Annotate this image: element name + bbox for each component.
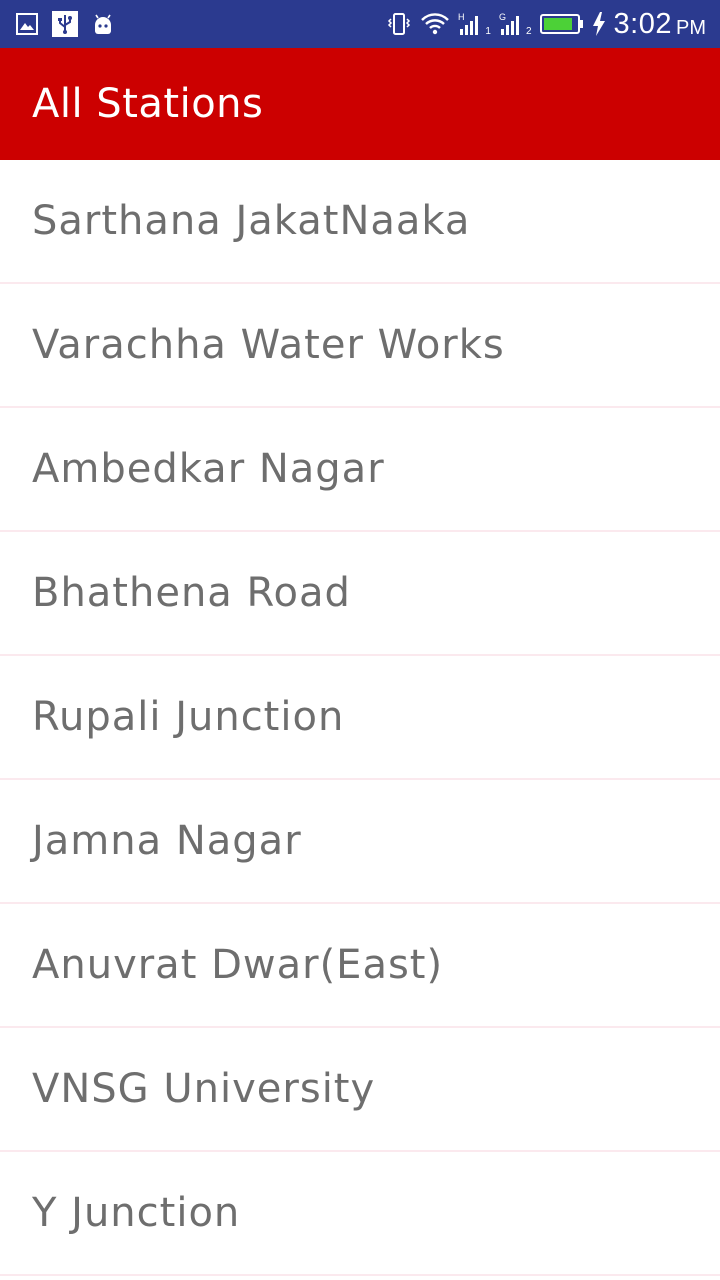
station-list[interactable]: Sarthana JakatNaaka Varachha Water Works… [0,160,720,1276]
station-name: Sarthana JakatNaaka [32,198,471,244]
clock-time: 3:02 [613,7,672,40]
station-name: VNSG University [32,1066,376,1112]
app-bar: All Stations [0,48,720,160]
station-name: Jamna Nagar [32,818,302,864]
android-icon [92,13,114,35]
sim1-label: 1 [485,26,491,37]
list-item[interactable]: Y Junction [0,1152,720,1276]
station-name: Y Junction [32,1190,241,1236]
list-item[interactable]: Rupali Junction [0,656,720,780]
status-bar: H 1 G 2 3:02 PM [0,0,720,48]
station-name: Anuvrat Dwar(East) [32,942,444,988]
list-item[interactable]: Jamna Nagar [0,780,720,904]
signal-sim1-icon: H 1 [458,11,491,37]
station-name: Bhathena Road [32,570,351,616]
list-item[interactable]: Bhathena Road [0,532,720,656]
page-title: All Stations [32,81,264,127]
list-item[interactable]: Ambedkar Nagar [0,408,720,532]
list-item[interactable]: Anuvrat Dwar(East) [0,904,720,1028]
svg-text:G: G [499,12,506,22]
battery-icon [539,13,584,35]
station-name: Varachha Water Works [32,322,505,368]
station-name: Rupali Junction [32,694,345,740]
image-icon [16,13,38,35]
system-icons: H 1 G 2 3:02 PM [378,8,706,41]
sim2-label: 2 [525,26,532,37]
usb-icon [52,11,78,37]
list-item[interactable]: Varachha Water Works [0,284,720,408]
list-item[interactable]: Sarthana JakatNaaka [0,160,720,284]
vibrate-icon [386,11,412,37]
wifi-icon [420,12,450,36]
svg-text:H: H [458,12,465,22]
clock-ampm: PM [676,16,706,39]
list-item[interactable]: VNSG University [0,1028,720,1152]
charging-icon [592,12,606,36]
station-name: Ambedkar Nagar [32,446,385,492]
notification-icons [16,11,128,37]
signal-sim2-icon: G 2 [499,11,532,37]
